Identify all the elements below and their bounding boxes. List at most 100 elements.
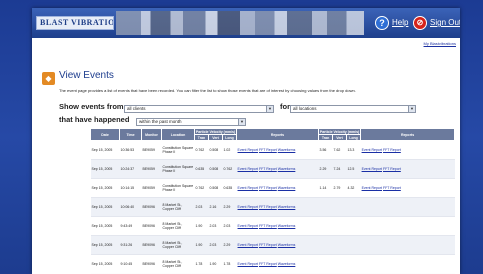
locations-select[interactable]: all locations ▼: [290, 105, 416, 113]
cell-tran: 0.762: [194, 140, 209, 160]
locations-select-value: all locations: [293, 106, 317, 111]
cell-tran-2: 3.56: [318, 140, 333, 160]
cell-time: 9:31:26: [119, 235, 142, 255]
cell-reports: Event Report FFT Report Waveforms: [236, 197, 319, 217]
cell-time: 10:06:40: [119, 197, 142, 217]
event-report-link[interactable]: Event Report: [238, 262, 258, 266]
cell-tran: 0.762: [194, 178, 209, 198]
waveforms-link[interactable]: Waveforms: [278, 243, 296, 247]
fft-report-link[interactable]: FFT Report: [383, 148, 401, 152]
waveforms-link[interactable]: Waveforms: [278, 205, 296, 209]
chevron-down-icon[interactable]: ▼: [266, 106, 273, 112]
cell-time: 10:36:53: [119, 140, 142, 160]
event-report-link[interactable]: Event Report: [362, 167, 382, 171]
cell-date: Sep 15, 2005: [90, 235, 120, 255]
cell-reports: Event Report FFT Report Waveforms: [236, 235, 319, 255]
fft-report-link[interactable]: FFT Report: [259, 205, 277, 209]
fft-report-link[interactable]: FFT Report: [259, 243, 277, 247]
event-report-link[interactable]: Event Report: [238, 167, 258, 171]
event-report-link[interactable]: Event Report: [238, 148, 258, 152]
page-title: View Events: [59, 70, 114, 81]
cell-tran-2: [318, 197, 333, 217]
help-link[interactable]: Help: [392, 18, 408, 27]
event-report-link[interactable]: Event Report: [238, 243, 258, 247]
waveforms-link[interactable]: Waveforms: [278, 262, 296, 266]
cell-monitor: BE9096: [141, 216, 162, 236]
chevron-down-icon[interactable]: ▼: [238, 119, 245, 125]
fft-report-link[interactable]: FFT Report: [259, 224, 277, 228]
cell-vert-2: [332, 197, 347, 217]
cell-monitor: BE9096: [141, 197, 162, 217]
cell-vert: 2.03: [208, 216, 223, 236]
table-row: Sep 15, 2005 10:36:53 BE9059 Constitutio…: [90, 140, 455, 160]
table-row: Sep 15, 2005 9:43:49 BE9096 8 Market St.…: [90, 216, 455, 236]
cell-long-2: 13.3: [346, 140, 361, 160]
clients-select-value: all clients: [127, 106, 146, 111]
cell-date: Sep 15, 2005: [90, 178, 120, 198]
column-header-time[interactable]: Time: [119, 128, 142, 141]
waveforms-link[interactable]: Waveforms: [278, 148, 296, 152]
cell-long: 0.635: [222, 178, 237, 198]
cell-location: Constitution Square Phase II: [161, 178, 195, 198]
cell-reports-2: Event Report FFT Report: [360, 159, 455, 179]
cell-reports-2: Event Report FFT Report: [360, 140, 455, 160]
cell-long-2: [346, 197, 361, 217]
event-report-link[interactable]: Event Report: [238, 186, 258, 190]
period-select-value: within the past month: [139, 119, 182, 124]
my-account-link[interactable]: My Blastvibrations: [424, 41, 456, 46]
cell-long-2: [346, 216, 361, 236]
for-label: for: [280, 102, 290, 111]
cell-reports-2: [360, 216, 455, 236]
cell-vert: 2.03: [208, 235, 223, 255]
cell-date: Sep 15, 2005: [90, 197, 120, 217]
help-icon[interactable]: ?: [375, 16, 389, 30]
period-select[interactable]: within the past month ▼: [136, 118, 246, 126]
fft-report-link[interactable]: FFT Report: [259, 262, 277, 266]
cell-monitor: BE9096: [141, 235, 162, 255]
bottom-fade: [32, 268, 460, 274]
fft-report-link[interactable]: FFT Report: [259, 148, 277, 152]
column-header-location[interactable]: Location: [161, 128, 195, 141]
fft-report-link[interactable]: FFT Report: [383, 167, 401, 171]
event-report-link[interactable]: Event Report: [238, 205, 258, 209]
column-header-monitor[interactable]: Monitor: [141, 128, 162, 141]
logo[interactable]: BLAST VIBRATIONS: [36, 16, 114, 30]
cell-vert-2: 7.24: [332, 159, 347, 179]
cell-time: 10:24:37: [119, 159, 142, 179]
that-have-happened-label: that have happened: [59, 115, 130, 124]
cell-reports-2: [360, 197, 455, 217]
cell-long: 1.02: [222, 140, 237, 160]
signout-icon[interactable]: ⊘: [413, 16, 427, 30]
waveforms-link[interactable]: Waveforms: [278, 224, 296, 228]
signout-link[interactable]: Sign Out: [430, 18, 460, 27]
cell-date: Sep 15, 2005: [90, 216, 120, 236]
event-report-link[interactable]: Event Report: [238, 224, 258, 228]
cell-vert: 2.16: [208, 197, 223, 217]
cell-monitor: BE9059: [141, 178, 162, 198]
cell-reports: Event Report FFT Report Waveforms: [236, 178, 319, 198]
events-icon: ◆: [42, 72, 55, 85]
cell-reports-2: [360, 235, 455, 255]
page-description: The event page provides a list of events…: [59, 88, 356, 93]
waveforms-link[interactable]: Waveforms: [278, 186, 296, 190]
cell-location: Constitution Square Phase II: [161, 159, 195, 179]
events-table: Date Time Monitor Location Particle Velo…: [90, 128, 456, 274]
cell-tran: 2.03: [194, 197, 209, 217]
app-header: BLAST VIBRATIONS ? Help ⊘ Sign Out: [32, 8, 460, 38]
column-header-date[interactable]: Date: [90, 128, 120, 141]
column-header-reports-2: Reports: [360, 128, 456, 141]
fft-report-link[interactable]: FFT Report: [383, 186, 401, 190]
fft-report-link[interactable]: FFT Report: [259, 167, 277, 171]
chevron-down-icon[interactable]: ▼: [408, 106, 415, 112]
cell-vert: 0.508: [208, 178, 223, 198]
clients-select[interactable]: all clients ▼: [124, 105, 274, 113]
waveforms-link[interactable]: Waveforms: [278, 167, 296, 171]
cell-monitor: BE9059: [141, 159, 162, 179]
show-events-from-label: Show events from: [59, 102, 124, 111]
table-row: Sep 15, 2005 9:31:26 BE9096 8 Market St.…: [90, 235, 455, 255]
cell-vert-2: [332, 216, 347, 236]
cell-monitor: BE9059: [141, 140, 162, 160]
event-report-link[interactable]: Event Report: [362, 186, 382, 190]
event-report-link[interactable]: Event Report: [362, 148, 382, 152]
fft-report-link[interactable]: FFT Report: [259, 186, 277, 190]
